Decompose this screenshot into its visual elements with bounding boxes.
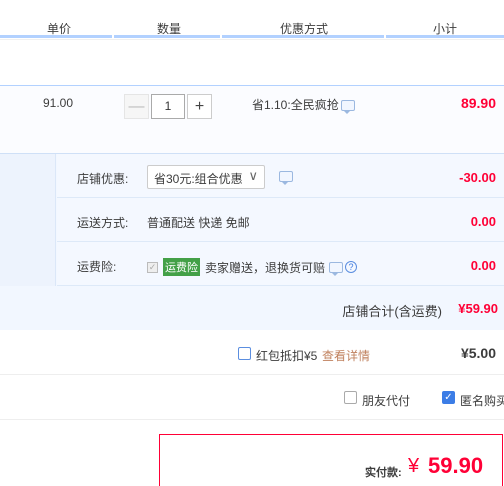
promo-chat-icon[interactable]	[341, 100, 355, 114]
insurance-row: 运费险: ✓ 运费险 卖家赠送，退换货可赔 ? 0.00	[57, 242, 504, 286]
insurance-detail: ✓ 运费险 卖家赠送，退换货可赔 ?	[147, 258, 358, 276]
increase-button[interactable]: +	[187, 94, 212, 119]
payment-label: 实付款:	[365, 467, 402, 479]
shop-total-amount: ¥59.90	[458, 301, 498, 316]
shop-panel-spacer	[0, 154, 56, 286]
shop-discount-value: -30.00	[459, 170, 496, 185]
checkout-page: 单价 数量 优惠方式 小计 91.00 — 1 + 省1.10:全民疯抢 89.…	[0, 0, 504, 486]
shipping-method: 普通配送 快递 免邮	[147, 216, 250, 230]
payment-currency: ¥	[408, 455, 420, 477]
insurance-tag: 运费险	[163, 258, 200, 276]
order-options-row: 朋友代付 ✓ 匿名购买	[0, 376, 504, 420]
friend-pay-label: 朋友代付	[362, 394, 411, 408]
item-promo: 省1.10:全民疯抢	[252, 98, 339, 112]
item-unit-price: 91.00	[43, 96, 74, 110]
header-divider	[0, 35, 112, 38]
shop-discount-row: 店铺优惠: 省30元:组合优惠 ∨ -30.00	[57, 154, 504, 198]
shop-discount-panel: 店铺优惠: 省30元:组合优惠 ∨ -30.00 运送方式: 普通配送 快递 免…	[0, 153, 504, 330]
red-packet-amount: ¥5.00	[460, 345, 496, 361]
anonymous-label: 匿名购买	[460, 394, 504, 408]
chevron-down-icon: ∨	[248, 168, 258, 183]
shop-total-row: 店铺合计(含运费) ¥59.90	[57, 286, 504, 330]
insurance-label: 运费险:	[77, 260, 117, 274]
payment-summary: 实付款: ¥ 59.90	[159, 434, 503, 486]
shipping-label: 运送方式:	[77, 216, 129, 230]
red-packet-row: 红包抵扣¥5 查看详情 ¥5.00	[0, 331, 504, 375]
shop-discount-label: 店铺优惠:	[77, 172, 129, 186]
header-divider	[222, 35, 384, 38]
insurance-value: 0.00	[470, 258, 496, 273]
column-header: 单价 数量 优惠方式 小计	[0, 0, 504, 40]
red-packet-checkbox[interactable]	[238, 347, 251, 360]
anonymous-checkbox[interactable]: ✓	[442, 391, 455, 404]
shop-total-label: 店铺合计(含运费)	[342, 304, 442, 319]
item-row: 91.00 — 1 + 省1.10:全民疯抢 89.90	[0, 85, 504, 153]
red-packet-details-link[interactable]: 查看详情	[322, 347, 370, 364]
quantity-input[interactable]: 1	[151, 94, 185, 119]
header-divider	[386, 35, 504, 38]
shipping-value: 0.00	[470, 214, 496, 229]
shipping-row: 运送方式: 普通配送 快递 免邮 0.00	[57, 198, 504, 242]
insurance-desc: 卖家赠送，退换货可赔	[205, 260, 326, 275]
help-icon[interactable]: ?	[345, 261, 358, 273]
shop-discount-selected: 省30元:组合优惠	[154, 172, 243, 186]
discount-chat-icon[interactable]	[279, 171, 293, 185]
insurance-checkbox: ✓	[147, 261, 158, 273]
header-divider	[114, 35, 220, 38]
friend-pay-checkbox[interactable]	[344, 391, 357, 404]
quantity-stepper: — 1 +	[124, 94, 212, 120]
red-packet-label: 红包抵扣¥5	[256, 349, 318, 363]
item-subtotal: 89.90	[460, 95, 496, 111]
decrease-button[interactable]: —	[124, 94, 149, 119]
shop-discount-select[interactable]: 省30元:组合优惠 ∨	[147, 165, 265, 189]
payment-amount: 59.90	[428, 453, 484, 478]
insurance-chat-icon[interactable]	[329, 261, 344, 276]
